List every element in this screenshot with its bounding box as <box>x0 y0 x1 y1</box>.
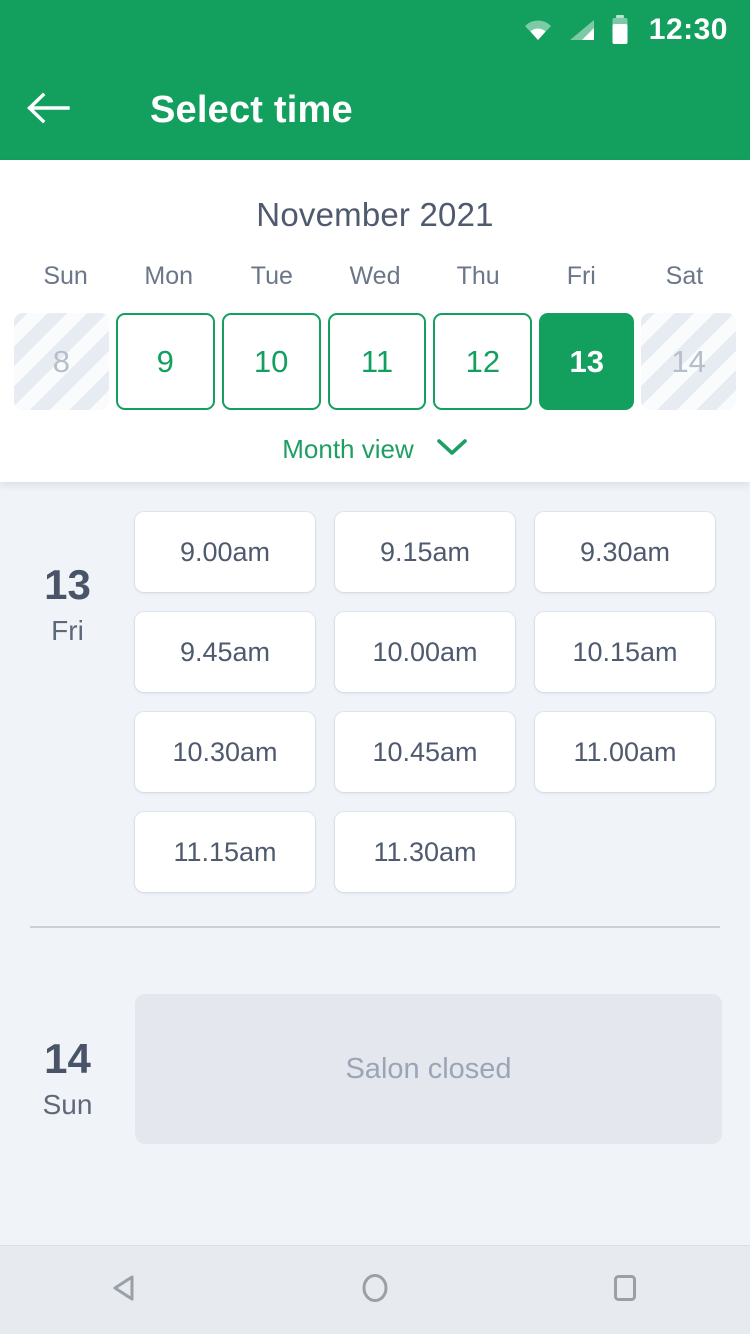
nav-recents-button[interactable] <box>550 1246 700 1334</box>
time-slot[interactable]: 9.30am <box>535 512 715 592</box>
day-index-13: 13 Fri <box>0 512 135 892</box>
status-bar-clock: 12:30 <box>648 13 728 46</box>
app-bar: Select time <box>0 60 750 160</box>
page-title: Select time <box>150 88 353 131</box>
back-arrow-icon <box>26 91 70 130</box>
time-slot-grid: 9.00am 9.15am 9.30am 9.45am 10.00am 10.1… <box>135 512 750 892</box>
time-slot-scroll-area[interactable]: 13 Fri 9.00am 9.15am 9.30am 9.45am 10.00… <box>0 482 750 1245</box>
weekday-header-row: Sun Mon Tue Wed Thu Fri Sat <box>0 262 750 291</box>
time-slot[interactable]: 11.30am <box>335 812 515 892</box>
calendar-day-13[interactable]: 13 <box>539 313 635 410</box>
calendar-day-11[interactable]: 11 <box>327 313 427 410</box>
weekday-header: Sun <box>43 262 88 290</box>
calendar-day-row: 8 9 10 11 12 13 14 <box>0 313 750 410</box>
weekday-header: Fri <box>566 262 596 290</box>
time-slot[interactable]: 9.00am <box>135 512 315 592</box>
time-slot[interactable]: 10.00am <box>335 612 515 692</box>
wifi-icon <box>523 18 553 42</box>
battery-icon <box>611 15 629 45</box>
calendar-panel: November 2021 Sun Mon Tue Wed Thu Fri Sa… <box>0 160 750 482</box>
weekday-header: Mon <box>144 262 194 290</box>
time-slot[interactable]: 11.00am <box>535 712 715 792</box>
day-index-weekday: Sun <box>42 1089 93 1120</box>
weekday-header: Wed <box>349 262 401 290</box>
calendar-day-8: 8 <box>14 313 109 410</box>
calendar-day-9[interactable]: 9 <box>115 313 215 410</box>
status-bar: 12:30 <box>0 0 750 60</box>
calendar-month-title: November 2021 <box>256 196 494 233</box>
day-group-14: 14 Sun Salon closed <box>0 928 750 1144</box>
time-slot[interactable]: 9.45am <box>135 612 315 692</box>
phone-screen: 12:30 Select time November 2021 Sun Mon … <box>0 0 750 1334</box>
signal-icon <box>568 18 596 42</box>
android-nav-bar <box>0 1245 750 1334</box>
weekday-header: Sat <box>665 262 704 290</box>
back-button[interactable] <box>0 60 96 160</box>
back-triangle-icon <box>107 1270 143 1311</box>
weekday-header: Thu <box>456 262 500 290</box>
nav-back-button[interactable] <box>50 1246 200 1334</box>
calendar-day-10[interactable]: 10 <box>221 313 321 410</box>
time-slot[interactable]: 10.30am <box>135 712 315 792</box>
time-slot[interactable]: 10.45am <box>335 712 515 792</box>
time-slot[interactable]: 10.15am <box>535 612 715 692</box>
day-index-number: 13 <box>44 561 91 608</box>
month-view-label: Month view <box>282 434 414 464</box>
nav-home-button[interactable] <box>300 1246 450 1334</box>
time-slot[interactable]: 9.15am <box>335 512 515 592</box>
day-index-14: 14 Sun <box>0 994 135 1144</box>
calendar-day-14: 14 <box>641 313 737 410</box>
salon-closed-card: Salon closed <box>135 994 722 1144</box>
day-group-13: 13 Fri 9.00am 9.15am 9.30am 9.45am 10.00… <box>0 482 750 892</box>
day-index-number: 14 <box>44 1035 91 1082</box>
month-view-toggle[interactable]: Month view <box>0 434 750 465</box>
day-index-weekday: Fri <box>51 615 84 646</box>
time-slot[interactable]: 11.15am <box>135 812 315 892</box>
calendar-day-12[interactable]: 12 <box>433 313 533 410</box>
recents-square-icon <box>607 1270 643 1311</box>
weekday-header: Tue <box>250 262 293 290</box>
home-circle-icon <box>357 1270 393 1311</box>
chevron-down-icon <box>436 438 468 462</box>
